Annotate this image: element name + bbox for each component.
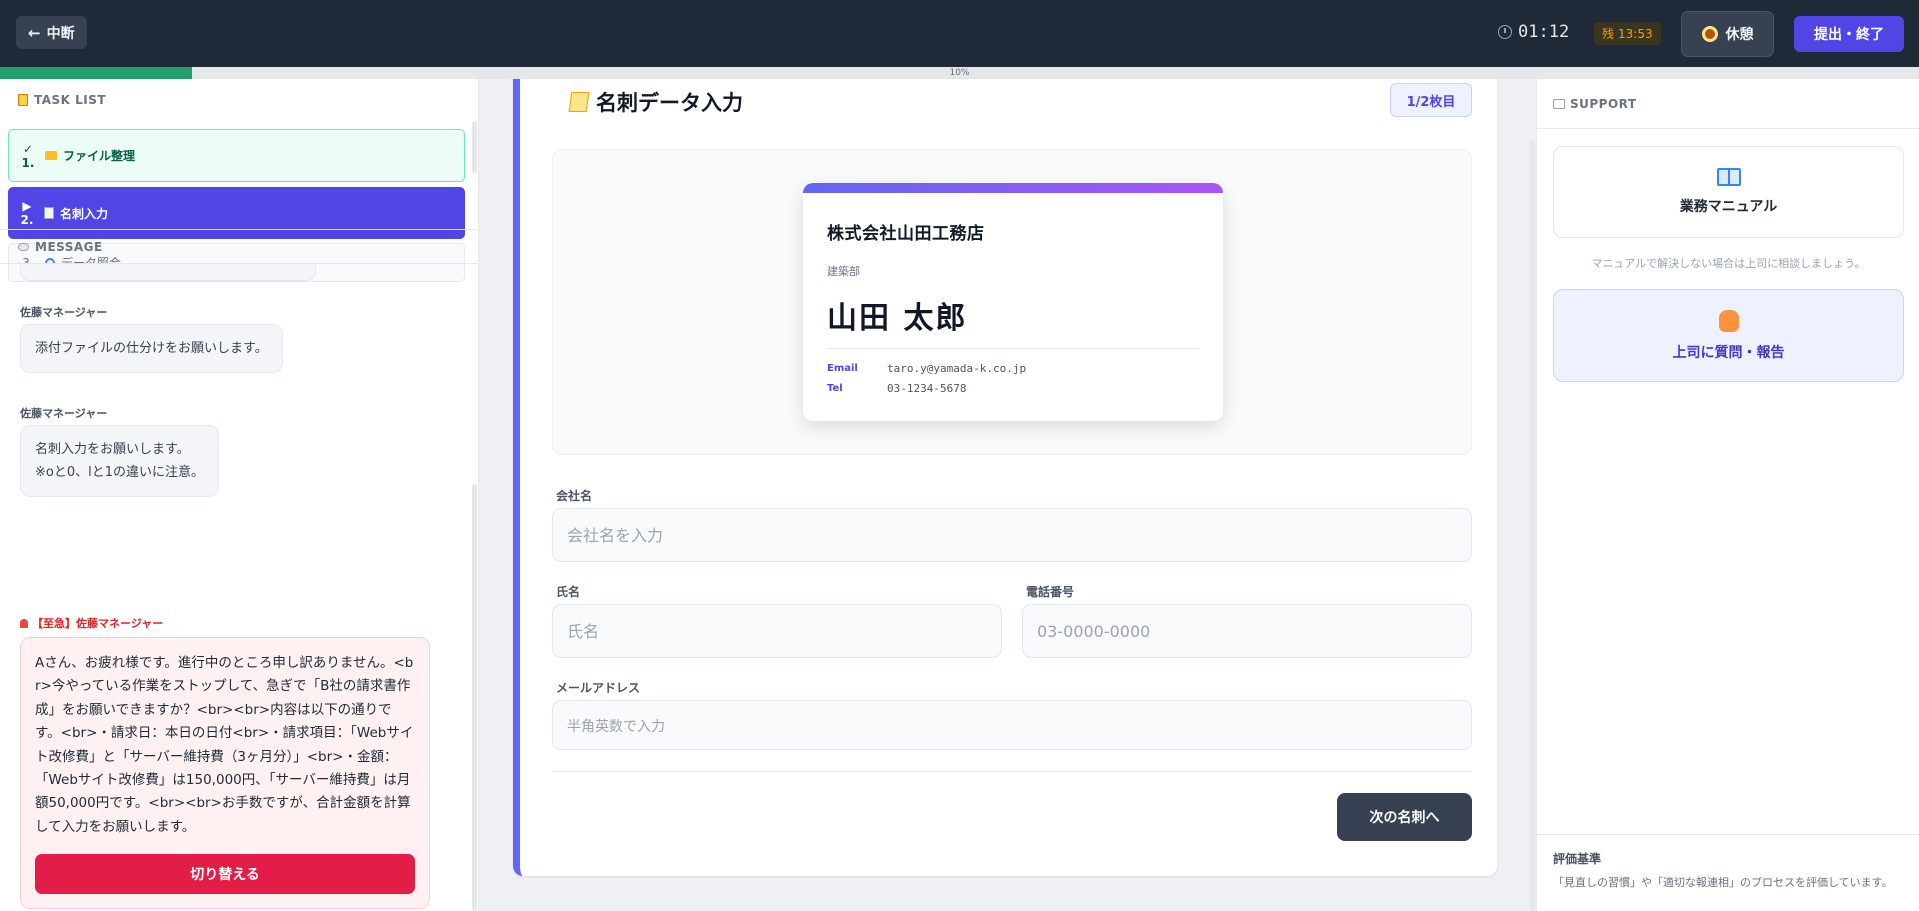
break-label: 休憩	[1725, 27, 1754, 43]
task-status: ✓ 1.	[21, 142, 35, 170]
folder-icon	[45, 151, 57, 160]
break-button[interactable]: 休憩	[1681, 11, 1774, 57]
urgent-message-text: Aさん、お疲れ様です。進行中のところ申し訳ありません。<br>今やっている作業を…	[35, 655, 414, 835]
task-status-mark: ✓	[22, 141, 34, 156]
book-icon	[1716, 168, 1741, 186]
task-number: 2.	[20, 213, 34, 227]
message-title-text: MESSAGE	[35, 240, 103, 254]
task-label-wrap: ファイル整理	[45, 147, 135, 164]
card-accent-bar	[803, 183, 1223, 193]
message-bubble-partial	[20, 264, 316, 281]
clipboard-icon	[18, 94, 28, 106]
evaluation-text: 「見直しの習慣」や「適切な報連相」のプロセスを評価しています。	[1553, 876, 1893, 889]
card-page-badge: 1/2枚目	[1390, 83, 1472, 117]
ask-label: 上司に質問・報告	[1672, 344, 1785, 361]
task-label: ファイル整理	[63, 149, 136, 163]
page-title-text: 名刺データ入力	[596, 91, 743, 115]
card-divider	[827, 348, 1199, 349]
email-label: メールアドレス	[556, 681, 641, 695]
card-tel: 03-1234-5678	[887, 382, 967, 395]
support-title: SUPPORT	[1553, 97, 1637, 111]
task-list-title: TASK LIST	[18, 93, 106, 107]
message-line: ※oと0、lと1の違いに注意。	[35, 465, 205, 480]
top-header: ← 中断 01:12 残 13:53 休憩 提出・終了	[0, 0, 1919, 67]
card-email: taro.y@yamada-k.co.jp	[887, 362, 1027, 375]
main-scrollbar[interactable]	[1530, 140, 1535, 911]
coffee-cup-icon	[1701, 26, 1718, 42]
urgent-message-box: Aさん、お疲れ様です。進行中のところ申し訳ありません。<br>今やっている作業を…	[20, 637, 430, 909]
form-divider	[552, 771, 1472, 772]
raised-hand-icon	[1718, 309, 1739, 332]
evaluation-title: 評価基準	[1553, 852, 1602, 866]
company-input[interactable]	[552, 508, 1472, 562]
message-bubble: 名刺入力をお願いします。 ※oと0、lと1の違いに注意。	[20, 425, 220, 497]
name-label: 氏名	[556, 585, 581, 599]
task-label: 名刺入力	[60, 206, 109, 221]
name-input[interactable]	[552, 604, 1002, 658]
page-title: 名刺データ入力	[568, 87, 743, 117]
bell-icon	[20, 618, 28, 628]
arrow-left-icon: ←	[28, 23, 41, 42]
message-list[interactable]: 佐藤マネージャー 添付ファイルの仕分けをお願いします。 佐藤マネージャー 名刺入…	[0, 264, 475, 911]
memo-pencil-icon	[568, 92, 590, 112]
manual-note: マニュアルで解決しない場合は上司に相談しましょう。	[1591, 257, 1866, 270]
manual-button[interactable]: 業務マニュアル	[1553, 146, 1904, 238]
remaining-value: 13:53	[1618, 26, 1653, 41]
switch-task-button[interactable]: 切り替える	[35, 854, 415, 894]
progress-bar: 10%	[0, 67, 1919, 79]
email-input[interactable]	[552, 700, 1472, 750]
progress-label: 10%	[949, 68, 970, 78]
back-label: 中断	[46, 25, 75, 42]
support-title-text: SUPPORT	[1570, 97, 1637, 111]
clock-icon	[1498, 25, 1512, 39]
business-card: 株式会社山田工務店 建築部 山田 太郎 Email taro.y@yamada-…	[803, 183, 1223, 421]
back-button[interactable]: ← 中断	[16, 16, 87, 49]
message-line: 名刺入力をお願いします。	[35, 442, 190, 457]
task-message-divider	[0, 229, 478, 230]
urgent-sender-text: 【至急】佐藤マネージャー	[32, 617, 164, 630]
timer-value: 01:12	[1518, 22, 1570, 42]
message-sender: 佐藤マネージャー	[20, 407, 108, 420]
card-preview-area: 株式会社山田工務店 建築部 山田 太郎 Email taro.y@yamada-…	[552, 149, 1472, 455]
message-bubble: 添付ファイルの仕分けをお願いします。	[20, 324, 283, 373]
speech-bubble-icon	[18, 243, 29, 251]
task-item-business-card[interactable]: ▶ 2. 名刺入力	[8, 187, 465, 239]
task-item-file-sort[interactable]: ✓ 1. ファイル整理	[8, 129, 465, 182]
phone-input[interactable]	[1022, 604, 1472, 658]
left-panel: TASK LIST ✓ 1. ファイル整理 ▶ 2. 名刺入力 3. データ照合	[0, 79, 479, 911]
task-number: 1.	[21, 155, 35, 170]
task-status: ▶ 2.	[20, 199, 34, 227]
task-label-wrap: 名刺入力	[44, 205, 108, 222]
card-company: 株式会社山田工務店	[827, 224, 985, 244]
eval-divider	[1537, 834, 1919, 835]
company-label: 会社名	[556, 489, 593, 503]
urgent-message-sender: 【至急】佐藤マネージャー	[20, 615, 163, 631]
card-tel-label: Tel	[827, 383, 843, 394]
card-department: 建築部	[827, 265, 860, 278]
ask-boss-button[interactable]: 上司に質問・報告	[1553, 289, 1904, 382]
message-sender: 佐藤マネージャー	[20, 306, 108, 319]
remaining-time-badge: 残 13:53	[1594, 22, 1661, 45]
task-list-scrollbar[interactable]	[472, 121, 477, 173]
message-scrollbar[interactable]	[472, 484, 477, 911]
next-card-button[interactable]: 次の名刺へ	[1337, 793, 1472, 841]
memo-icon	[44, 207, 54, 219]
main-panel: 名刺データ入力 1/2枚目 株式会社山田工務店 建築部 山田 太郎 Email …	[513, 79, 1497, 876]
phone-label: 電話番号	[1026, 585, 1075, 599]
support-divider	[1537, 128, 1919, 129]
support-panel: SUPPORT 業務マニュアル マニュアルで解決しない場合は上司に相談しましょう…	[1536, 79, 1919, 911]
manual-label: 業務マニュアル	[1679, 199, 1778, 215]
sos-icon	[1553, 99, 1565, 109]
card-person-name: 山田 太郎	[827, 301, 968, 336]
card-email-label: Email	[827, 363, 858, 374]
task-list-title-text: TASK LIST	[34, 93, 107, 107]
elapsed-timer: 01:12	[1498, 22, 1569, 42]
message-title: MESSAGE	[18, 240, 103, 254]
remaining-prefix: 残	[1602, 27, 1615, 41]
task-status-mark: ▶	[22, 199, 32, 213]
submit-finish-button[interactable]: 提出・終了	[1794, 16, 1904, 52]
